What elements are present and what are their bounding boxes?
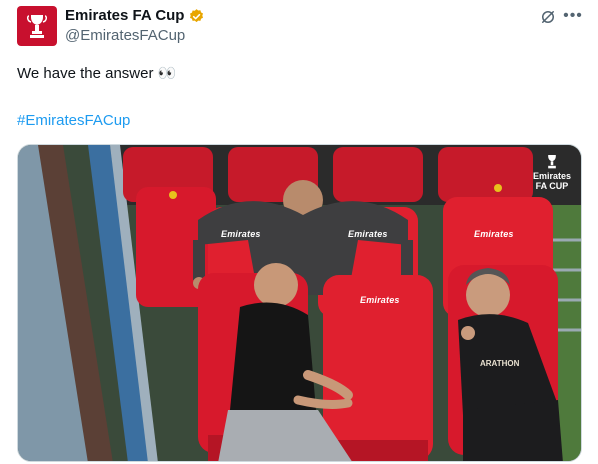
hashtag-link[interactable]: #EmiratesFACup xyxy=(17,111,130,131)
fa-cup-watermark: Emirates FA CUP xyxy=(533,153,571,191)
avatar[interactable] xyxy=(17,6,57,46)
seat-branding-4: Emirates xyxy=(360,295,400,305)
fa-cup-trophy-icon xyxy=(548,155,556,169)
jacket-text: ARATHON xyxy=(480,359,520,368)
handle[interactable]: @EmiratesFACup xyxy=(65,27,185,45)
tweet-media-photo[interactable]: Emirates Emirates Emirates Emirates ARAT… xyxy=(17,144,582,462)
seat-branding-2: Emirates xyxy=(348,229,388,239)
seat-branding-1: Emirates xyxy=(221,229,261,239)
watermark-line1: Emirates xyxy=(532,171,571,181)
watermark-line2: FA CUP xyxy=(535,181,569,191)
more-dots-icon: ••• xyxy=(563,7,583,24)
name-row: Emirates FA Cup xyxy=(65,7,205,25)
seat-branding-3: Emirates xyxy=(474,229,514,239)
display-name[interactable]: Emirates FA Cup xyxy=(65,7,184,25)
dugout-photo xyxy=(18,145,581,461)
verified-badge-icon xyxy=(190,8,204,22)
grok-icon xyxy=(542,11,554,23)
grok-button[interactable] xyxy=(538,7,558,27)
more-button[interactable]: ••• xyxy=(563,6,583,26)
tweet-text: We have the answer 👀 xyxy=(17,65,177,82)
fa-cup-logo-icon xyxy=(26,15,48,38)
